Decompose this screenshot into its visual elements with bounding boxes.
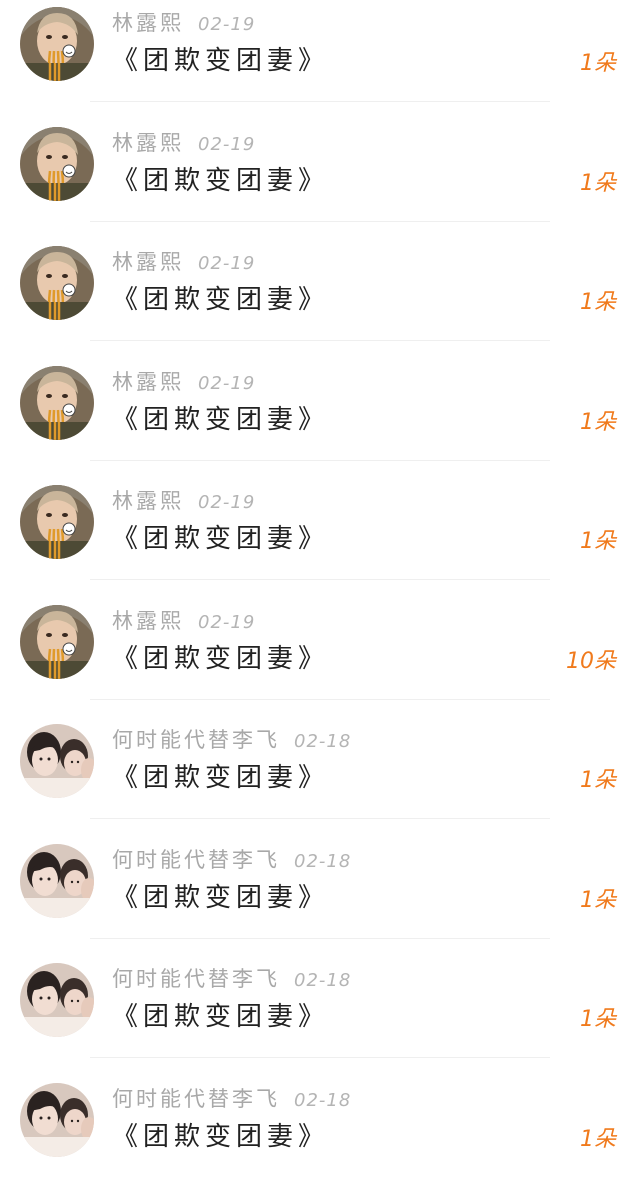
avatar[interactable] <box>20 1083 94 1157</box>
work-title[interactable]: 《团欺变团妻》 <box>112 281 329 319</box>
work-title[interactable]: 《团欺变团妻》 <box>112 640 329 678</box>
avatar[interactable] <box>20 366 94 440</box>
divider <box>90 579 550 580</box>
avatar[interactable] <box>20 844 94 918</box>
comment-meta: 何时能代替李飞 02-18 <box>112 1084 351 1114</box>
gift-count: 1朵 <box>580 765 616 797</box>
comment-meta: 林露熙 02-19 <box>112 8 255 38</box>
username[interactable]: 林露熙 <box>112 250 184 274</box>
gift-count: 1朵 <box>580 407 616 439</box>
work-title[interactable]: 《团欺变团妻》 <box>112 401 329 439</box>
list-item[interactable]: 林露熙 02-19 《团欺变团妻》 1朵 <box>0 120 640 240</box>
username[interactable]: 何时能代替李飞 <box>112 728 280 752</box>
comment-meta: 何时能代替李飞 02-18 <box>112 845 351 875</box>
gift-count: 1朵 <box>580 1004 616 1036</box>
avatar[interactable] <box>20 127 94 201</box>
girl-noodles-avatar-icon <box>20 246 94 320</box>
username[interactable]: 何时能代替李飞 <box>112 1087 280 1111</box>
boys-group-avatar-icon <box>20 1083 94 1157</box>
comment-meta: 林露熙 02-19 <box>112 128 255 158</box>
date: 02-18 <box>294 851 351 872</box>
date: 02-19 <box>198 14 255 35</box>
work-title[interactable]: 《团欺变团妻》 <box>112 998 329 1036</box>
username[interactable]: 林露熙 <box>112 11 184 35</box>
gift-record-list: 林露熙 02-19 《团欺变团妻》 1朵 <box>0 0 640 1188</box>
date: 02-18 <box>294 731 351 752</box>
gift-count: 10朵 <box>566 646 616 678</box>
divider <box>90 699 550 700</box>
gift-count: 1朵 <box>580 287 616 319</box>
divider <box>90 340 550 341</box>
gift-count: 1朵 <box>580 885 616 917</box>
divider <box>90 1057 550 1058</box>
comment-meta: 林露熙 02-19 <box>112 606 255 636</box>
divider <box>90 938 550 939</box>
girl-noodles-avatar-icon <box>20 127 94 201</box>
divider <box>90 101 550 102</box>
work-title[interactable]: 《团欺变团妻》 <box>112 162 329 200</box>
boys-group-avatar-icon <box>20 844 94 918</box>
list-item[interactable]: 何时能代替李飞 02-18 《团欺变团妻》 1朵 <box>0 717 640 837</box>
date: 02-19 <box>198 134 255 155</box>
divider <box>90 460 550 461</box>
list-item[interactable]: 林露熙 02-19 《团欺变团妻》 10朵 <box>0 598 640 718</box>
date: 02-19 <box>198 373 255 394</box>
username[interactable]: 何时能代替李飞 <box>112 967 280 991</box>
divider <box>90 818 550 819</box>
comment-meta: 林露熙 02-19 <box>112 367 255 397</box>
boys-group-avatar-icon <box>20 724 94 798</box>
girl-noodles-avatar-icon <box>20 485 94 559</box>
comment-meta: 何时能代替李飞 02-18 <box>112 725 351 755</box>
gift-count: 1朵 <box>580 526 616 558</box>
date: 02-19 <box>198 492 255 513</box>
girl-noodles-avatar-icon <box>20 366 94 440</box>
username[interactable]: 林露熙 <box>112 370 184 394</box>
work-title[interactable]: 《团欺变团妻》 <box>112 42 329 80</box>
date: 02-19 <box>198 253 255 274</box>
avatar[interactable] <box>20 605 94 679</box>
list-item[interactable]: 林露熙 02-19 《团欺变团妻》 1朵 <box>0 239 640 359</box>
work-title[interactable]: 《团欺变团妻》 <box>112 759 329 797</box>
avatar[interactable] <box>20 485 94 559</box>
boys-group-avatar-icon <box>20 963 94 1037</box>
username[interactable]: 林露熙 <box>112 131 184 155</box>
avatar[interactable] <box>20 724 94 798</box>
avatar[interactable] <box>20 963 94 1037</box>
work-title[interactable]: 《团欺变团妻》 <box>112 1118 329 1156</box>
avatar[interactable] <box>20 7 94 81</box>
date: 02-18 <box>294 1090 351 1111</box>
gift-count: 1朵 <box>580 48 616 80</box>
username[interactable]: 林露熙 <box>112 609 184 633</box>
girl-noodles-avatar-icon <box>20 7 94 81</box>
list-item[interactable]: 林露熙 02-19 《团欺变团妻》 1朵 <box>0 359 640 479</box>
username[interactable]: 林露熙 <box>112 489 184 513</box>
work-title[interactable]: 《团欺变团妻》 <box>112 520 329 558</box>
username[interactable]: 何时能代替李飞 <box>112 848 280 872</box>
list-item[interactable]: 林露熙 02-19 《团欺变团妻》 1朵 <box>0 0 640 120</box>
list-item[interactable]: 何时能代替李飞 02-18 《团欺变团妻》 1朵 <box>0 956 640 1076</box>
gift-count: 1朵 <box>580 1124 616 1156</box>
gift-count: 1朵 <box>580 168 616 200</box>
comment-meta: 林露熙 02-19 <box>112 247 255 277</box>
girl-noodles-avatar-icon <box>20 605 94 679</box>
list-item[interactable]: 林露熙 02-19 《团欺变团妻》 1朵 <box>0 478 640 598</box>
list-item[interactable]: 何时能代替李飞 02-18 《团欺变团妻》 1朵 <box>0 1076 640 1195</box>
date: 02-18 <box>294 970 351 991</box>
date: 02-19 <box>198 612 255 633</box>
list-item[interactable]: 何时能代替李飞 02-18 《团欺变团妻》 1朵 <box>0 837 640 957</box>
divider <box>90 221 550 222</box>
comment-meta: 林露熙 02-19 <box>112 486 255 516</box>
work-title[interactable]: 《团欺变团妻》 <box>112 879 329 917</box>
avatar[interactable] <box>20 246 94 320</box>
comment-meta: 何时能代替李飞 02-18 <box>112 964 351 994</box>
